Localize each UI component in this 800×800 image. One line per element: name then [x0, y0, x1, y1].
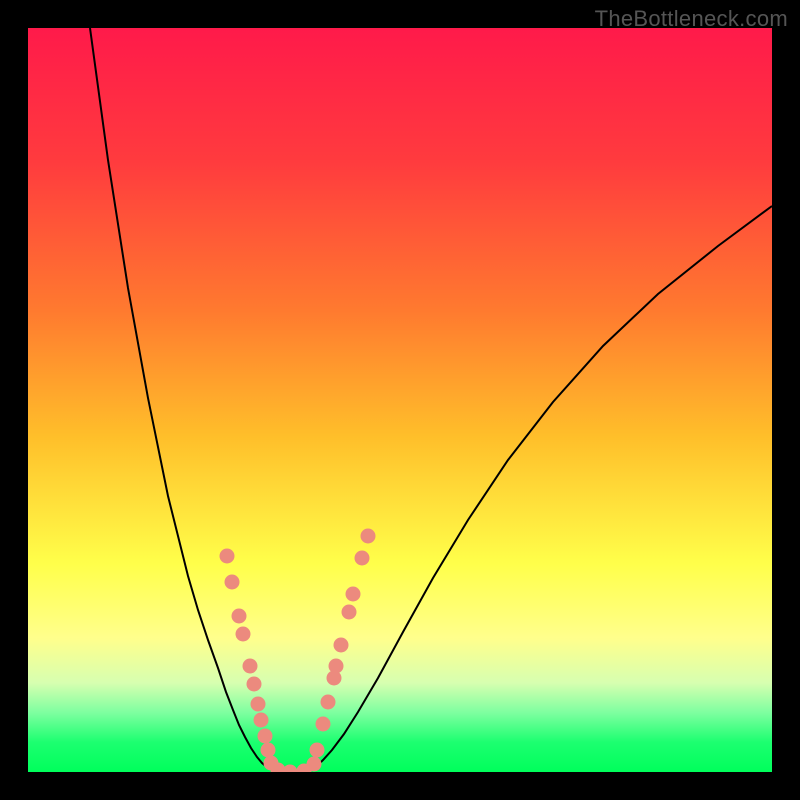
data-dot — [247, 677, 262, 692]
data-dot — [251, 697, 266, 712]
data-dot — [361, 529, 376, 544]
data-dot — [243, 659, 258, 674]
data-dot — [254, 713, 269, 728]
data-dot — [355, 551, 370, 566]
curve-left-arm — [90, 28, 271, 769]
data-dot — [236, 627, 251, 642]
scatter-dots — [220, 529, 376, 773]
data-dot — [307, 757, 322, 772]
data-dot — [232, 609, 247, 624]
data-dot — [258, 729, 273, 744]
data-dot — [283, 765, 298, 773]
data-dot — [346, 587, 361, 602]
watermark-text: TheBottleneck.com — [595, 6, 788, 32]
data-dot — [225, 575, 240, 590]
data-dot — [342, 605, 357, 620]
data-dot — [334, 638, 349, 653]
curve-right-arm — [314, 206, 772, 769]
data-dot — [261, 743, 276, 758]
data-dot — [321, 695, 336, 710]
data-dot — [220, 549, 235, 564]
data-dot — [310, 743, 325, 758]
chart-frame: TheBottleneck.com — [0, 0, 800, 800]
data-dot — [329, 659, 344, 674]
plot-area — [28, 28, 772, 772]
curve-overlay — [28, 28, 772, 772]
data-dot — [316, 717, 331, 732]
